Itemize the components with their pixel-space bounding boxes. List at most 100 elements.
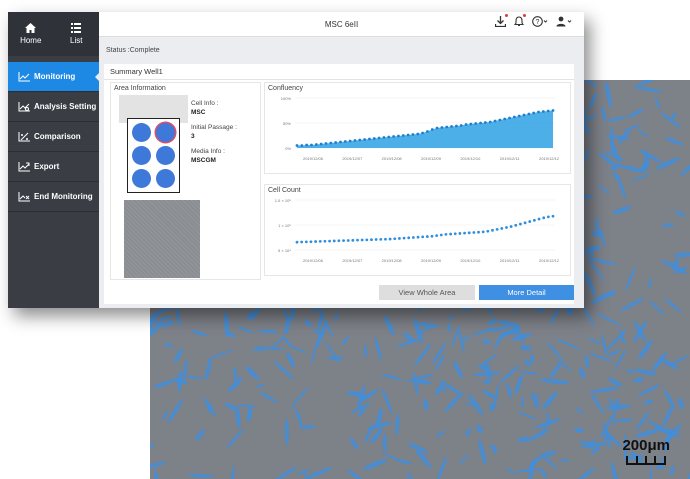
data-point (407, 236, 411, 240)
y-tick-label: 50% (283, 121, 291, 126)
sidebar-item-monitoring[interactable]: Monitoring (8, 62, 100, 92)
sidebar-item-analysis-setting[interactable]: Analysis Setting (8, 92, 99, 122)
data-point (401, 134, 405, 137)
cell-info-label: Cell Info : (191, 100, 219, 107)
end-chart-icon (18, 191, 30, 201)
cell-shape (519, 345, 532, 351)
data-point (469, 122, 473, 126)
cell-shape (582, 305, 595, 327)
cell-shape (183, 375, 204, 380)
well[interactable] (132, 123, 151, 142)
data-point (416, 235, 420, 239)
well[interactable] (156, 169, 175, 188)
help-icon[interactable]: ? (532, 16, 548, 27)
x-tick-label: 2019/12/11 (500, 156, 520, 161)
data-point (517, 114, 521, 118)
data-point (328, 239, 331, 243)
data-point (481, 230, 485, 234)
confluency-chart: Confluency 100% 50% 0% 2019/12/06 2019/12/07… (264, 82, 571, 174)
cell-shape (363, 344, 368, 358)
data-point (505, 226, 508, 229)
data-point (430, 128, 434, 131)
cell-shape (444, 392, 463, 412)
cell-shape (635, 86, 663, 93)
cell-shape (406, 472, 413, 479)
cell-shape (327, 356, 345, 360)
cell-shape (281, 335, 295, 350)
data-point (495, 227, 499, 231)
cell-shape (490, 444, 498, 451)
data-point (486, 229, 490, 233)
data-point (445, 125, 449, 129)
data-point (537, 217, 541, 221)
more-detail-button[interactable]: More Detail (479, 285, 574, 300)
data-point (300, 240, 304, 244)
data-point (542, 216, 546, 220)
sidebar-item-end-monitoring[interactable]: End Monitoring (8, 182, 99, 212)
data-point (498, 118, 502, 122)
summary-panel: Summary Well1 Area Information Cell Info… (104, 64, 574, 304)
area-thumbnail (124, 200, 200, 278)
well[interactable] (156, 146, 175, 165)
cell-shape (590, 391, 604, 414)
initial-passage-label: Initial Passage : (191, 124, 237, 131)
data-point (474, 122, 478, 125)
data-point (449, 232, 452, 236)
data-point (393, 237, 397, 241)
x-tick-label: 2019/12/12 (539, 156, 560, 161)
cell-shape (637, 384, 661, 396)
data-point (411, 236, 415, 239)
cell-shape (505, 467, 516, 476)
data-point (512, 115, 516, 119)
data-point (310, 143, 313, 147)
list-label: List (70, 36, 83, 45)
list-icon (71, 23, 82, 33)
download-icon[interactable] (495, 14, 508, 27)
data-point (377, 136, 381, 140)
cell-shape (436, 455, 448, 479)
well[interactable] (132, 146, 151, 165)
home-label: Home (20, 36, 42, 45)
y-tick-label: 1.5 × 10⁵ (275, 198, 292, 203)
well-selected[interactable] (156, 123, 175, 142)
home-button[interactable]: Home (8, 12, 54, 56)
cell-shape (633, 377, 645, 383)
scale-bar-label: 200μm (622, 437, 670, 454)
data-point (387, 135, 391, 139)
bell-icon[interactable] (514, 14, 526, 27)
data-point (472, 231, 476, 234)
data-point (467, 231, 471, 235)
sidebar-item-comparison[interactable]: Comparison (8, 122, 99, 152)
cell-shape (654, 97, 661, 110)
data-point (463, 231, 466, 235)
data-point (459, 124, 463, 127)
data-point (439, 233, 443, 237)
cell-shape (290, 386, 309, 409)
data-point (402, 236, 406, 240)
cell-shape (539, 468, 548, 479)
cell-shape (664, 389, 676, 410)
data-point (397, 134, 400, 138)
cell-shape (284, 315, 291, 335)
cell-shape (423, 398, 429, 411)
cell-shape (153, 380, 174, 388)
cell-shape (173, 348, 183, 364)
data-point (435, 234, 439, 238)
data-point (332, 239, 336, 243)
cell-shape (664, 298, 682, 314)
view-whole-area-button[interactable]: View Whole Area (379, 285, 475, 300)
cell-shape (616, 418, 634, 422)
cell-shape (478, 439, 487, 466)
cell-shape (382, 433, 387, 452)
cell-shape (541, 391, 558, 410)
cell-shape (340, 335, 350, 347)
well[interactable] (132, 169, 151, 188)
data-point (491, 228, 494, 232)
data-point (551, 214, 555, 218)
data-point (379, 237, 383, 241)
data-point (295, 144, 299, 147)
list-button[interactable]: List (54, 12, 100, 56)
user-icon[interactable] (556, 16, 572, 27)
x-tick-label: 2019/12/11 (500, 258, 520, 263)
sidebar-item-export[interactable]: Export (8, 152, 99, 182)
